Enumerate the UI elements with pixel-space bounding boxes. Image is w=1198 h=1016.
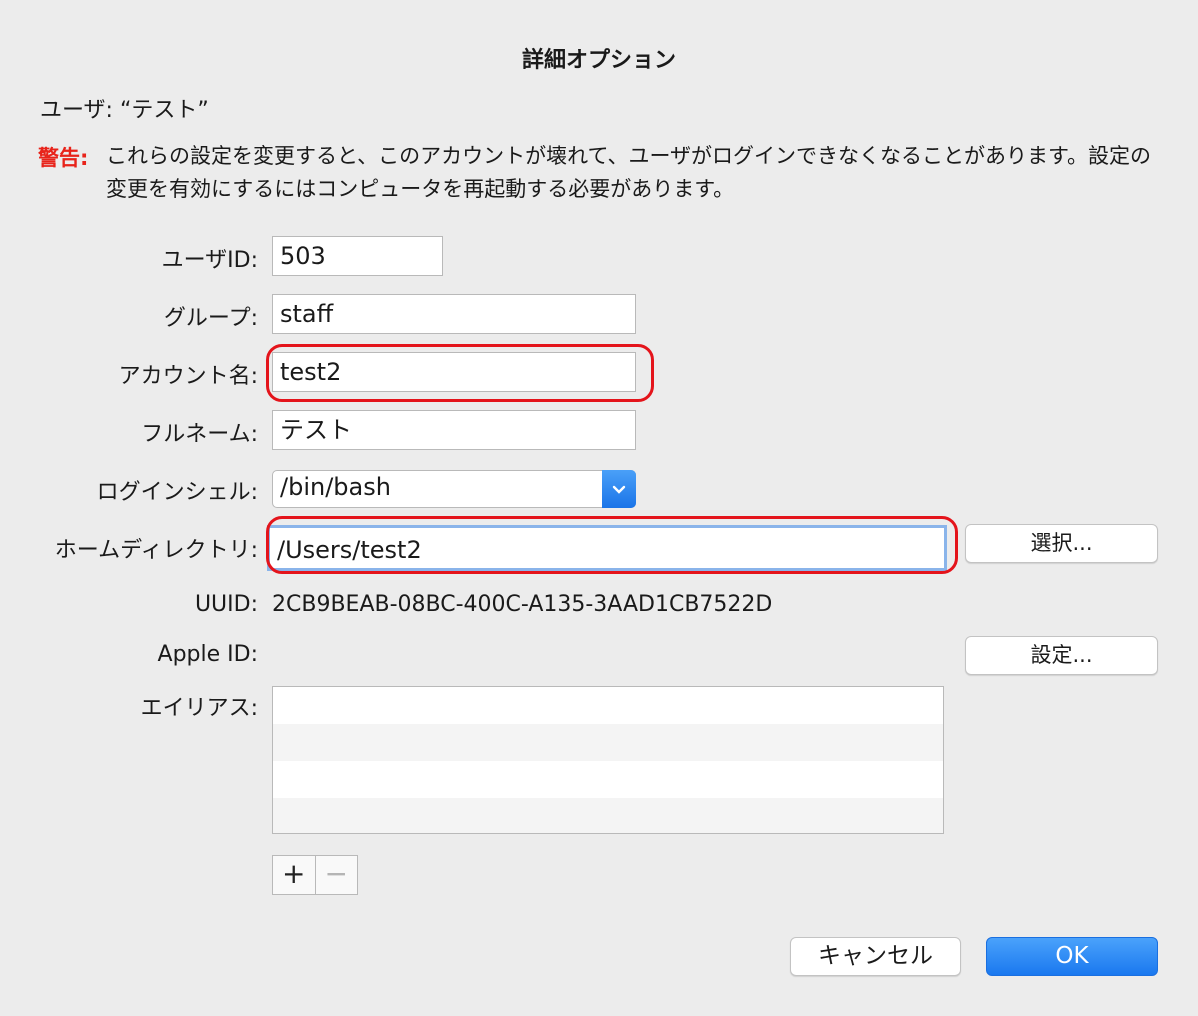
add-alias-button[interactable]: + (273, 856, 316, 894)
list-item[interactable] (273, 724, 943, 761)
login-shell-select[interactable]: /bin/bash (272, 470, 636, 508)
ok-button[interactable]: OK (986, 937, 1158, 976)
list-item[interactable] (273, 761, 943, 798)
choose-button[interactable]: 選択... (965, 524, 1158, 563)
login-shell-value: /bin/bash (280, 473, 391, 501)
account-name-label: アカウント名: (118, 364, 258, 389)
warning-text: これらの設定を変更すると、このアカウントが壊れて、ユーザがログインできなくなるこ… (106, 144, 1151, 201)
home-directory-field[interactable]: /Users/test2 (267, 525, 947, 571)
list-item[interactable] (273, 798, 943, 833)
uuid-label: UUID: (194, 592, 258, 617)
group-field[interactable]: staff (272, 294, 636, 334)
group-label: グループ: (163, 306, 258, 331)
login-shell-label: ログインシェル: (96, 480, 258, 505)
user-id-label: ユーザID: (161, 248, 258, 273)
alias-add-remove-control: + − (272, 855, 358, 895)
apple-id-label: Apple ID: (157, 642, 258, 667)
aliases-list[interactable] (272, 686, 944, 834)
list-item[interactable] (273, 687, 943, 724)
user-id-field[interactable]: 503 (272, 236, 443, 276)
full-name-field[interactable]: テスト (272, 410, 636, 450)
chevron-down-icon[interactable] (602, 470, 636, 508)
account-name-field[interactable]: test2 (272, 352, 636, 392)
full-name-label: フルネーム: (141, 422, 258, 447)
uuid-value: 2CB9BEAB-08BC-400C-A135-3AAD1CB7522D (272, 592, 773, 617)
setup-button[interactable]: 設定... (965, 636, 1158, 675)
home-directory-label: ホームディレクトリ: (54, 538, 258, 563)
cancel-button[interactable]: キャンセル (790, 937, 961, 976)
aliases-label: エイリアス: (140, 696, 258, 721)
dialog-title: 詳細オプション (521, 48, 676, 73)
user-line: ユーザ: “テスト” (40, 98, 209, 123)
remove-alias-button[interactable]: − (316, 856, 358, 894)
warning-label: 警告: (38, 146, 89, 170)
